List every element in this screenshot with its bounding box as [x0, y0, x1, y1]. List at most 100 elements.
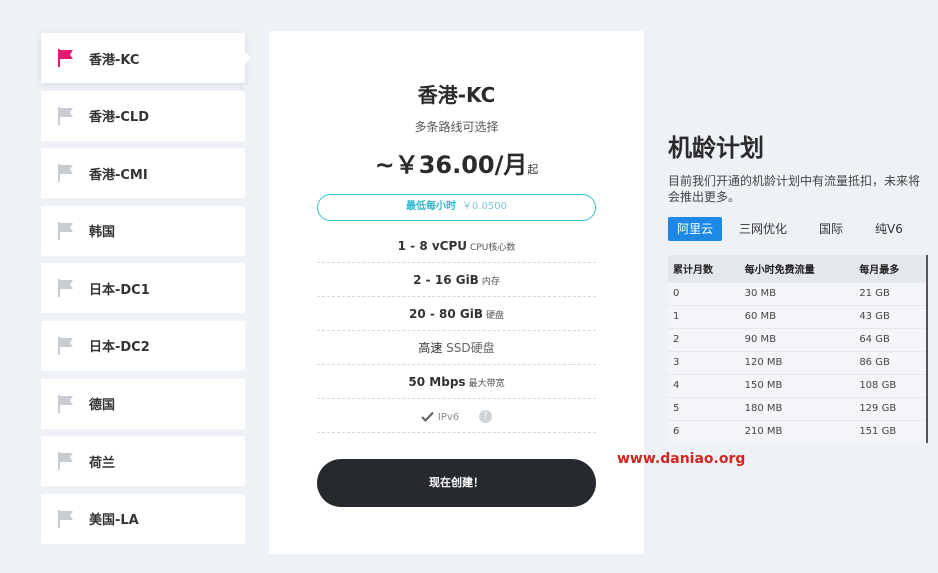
- table-cell: 6: [668, 419, 740, 443]
- sidebar-item-label: 德国: [89, 398, 116, 414]
- plan-price: ~￥36.00/月起: [269, 145, 644, 180]
- table-cell: 60 MB: [739, 304, 855, 328]
- check-icon: [421, 411, 434, 423]
- flag-icon: [58, 394, 73, 413]
- sidebar-item-hk-cld[interactable]: 香港-CLD: [41, 90, 245, 141]
- spec-memory: 2 - 16 GiB 内存: [317, 263, 596, 297]
- spec-list: 1 - 8 vCPU CPU核心数 2 - 16 GiB 内存 20 - 80 Gi…: [317, 229, 596, 433]
- table-cell: 64 GB: [854, 327, 926, 351]
- spec-unit: 硬盘: [486, 311, 505, 321]
- plan-card: 香港-KC 多条路线可选择 ~￥36.00/月起 最低每小时 ￥0.0500 1 …: [269, 31, 644, 554]
- sidebar-item-us-la[interactable]: 美国-LA: [41, 493, 245, 544]
- sidebar-item-hk-cmi[interactable]: 香港-CMI: [41, 148, 245, 199]
- age-plan-title: 机龄计划: [668, 134, 764, 162]
- spec-unit: 内存: [481, 277, 500, 287]
- flag-icon: [58, 49, 73, 67]
- age-plan-description: 目前我们开通的机龄计划中有流量抵扣，未来将会推出更多。: [668, 174, 921, 204]
- column-header: 每月最多: [854, 255, 926, 282]
- table-cell: 120 MB: [739, 350, 855, 374]
- tab-aliyun[interactable]: 阿里云: [668, 217, 723, 241]
- column-header: 每小时免费流量: [739, 255, 855, 282]
- hourly-price-pill: 最低每小时 ￥0.0500: [317, 194, 596, 221]
- table-cell: 0: [668, 281, 740, 305]
- spec-unit: 最大带宽: [468, 379, 505, 389]
- tab-three-network[interactable]: 三网优化: [730, 217, 796, 241]
- network-tabs: 阿里云 三网优化 国际 纯V6: [668, 217, 930, 241]
- age-plan-panel: 机龄计划 目前我们开通的机龄计划中有流量抵扣，未来将会推出更多。 阿里云 三网优…: [668, 128, 930, 443]
- plan-title: 香港-KC: [417, 83, 496, 107]
- flag-icon: [58, 452, 73, 471]
- table-cell: 86 GB: [854, 350, 926, 374]
- table-cell: 150 MB: [739, 373, 855, 397]
- spec-unit: CPU核心数: [470, 243, 516, 253]
- spec-bandwidth: 50 Mbps 最大带宽: [317, 365, 596, 399]
- sidebar-item-label: 香港-CMI: [89, 167, 148, 183]
- create-now-button[interactable]: 现在创建！: [317, 459, 596, 507]
- table-cell: 210 MB: [739, 419, 855, 443]
- tab-international[interactable]: 国际: [810, 217, 852, 241]
- spec-cpu: 1 - 8 vCPU CPU核心数: [317, 229, 596, 263]
- table-cell: 43 GB: [854, 304, 926, 328]
- tab-pure-v6[interactable]: 纯V6: [866, 217, 912, 241]
- table-row: 5 180 MB 129 GB: [668, 396, 926, 420]
- flag-icon: [58, 336, 73, 355]
- spec-disk: 20 - 80 GiB 硬盘: [317, 297, 596, 331]
- sidebar-item-label: 韩国: [89, 225, 116, 241]
- hourly-label: 最低每小时: [406, 201, 456, 212]
- table-cell: 151 GB: [854, 419, 926, 443]
- spec-ssd: 高速 SSD硬盘: [317, 331, 596, 365]
- flag-icon: [58, 106, 73, 125]
- table-cell: 90 MB: [739, 327, 855, 351]
- sidebar-item-hk-kc[interactable]: 香港-KC: [41, 33, 251, 83]
- spec-value: 50 Mbps: [408, 375, 466, 389]
- table-row: 3 120 MB 86 GB: [668, 350, 926, 374]
- spec-value: 2 - 16 GiB: [413, 273, 479, 287]
- table-cell: 180 MB: [739, 396, 855, 420]
- table-row: 0 30 MB 21 GB: [668, 281, 926, 305]
- table-cell: 129 GB: [854, 396, 926, 420]
- spec-unit: SSD硬盘: [446, 341, 495, 355]
- price-unit: 起: [527, 163, 539, 176]
- sidebar-item-netherlands[interactable]: 荷兰: [41, 436, 245, 487]
- traffic-table: 累计月数 每小时免费流量 每月最多 0 30 MB 21 GB 1 60 MB 43 G…: [668, 255, 926, 443]
- spec-value: 1 - 8 vCPU: [397, 239, 468, 253]
- sidebar-item-japan-dc2[interactable]: 日本-DC2: [41, 320, 245, 371]
- price-value: ~￥36.00/月: [374, 151, 528, 179]
- sidebar-item-label: 日本-DC2: [89, 340, 150, 356]
- flag-icon: [58, 279, 73, 298]
- sidebar-item-label: 美国-LA: [89, 513, 139, 529]
- flag-icon: [58, 509, 73, 528]
- sidebar-item-germany[interactable]: 德国: [41, 378, 245, 429]
- watermark-text: www.daniao.org: [617, 451, 746, 467]
- ipv6-label: IPv6: [437, 412, 460, 423]
- spec-value: 20 - 80 GiB: [408, 307, 483, 321]
- sidebar-item-korea[interactable]: 韩国: [41, 205, 245, 256]
- table-row: 2 90 MB 64 GB: [668, 327, 926, 351]
- sidebar-item-label: 荷兰: [89, 455, 116, 471]
- flag-icon: [58, 221, 73, 240]
- column-header: 累计月数: [668, 255, 740, 282]
- table-cell: 5: [668, 396, 740, 420]
- sidebar-item-label: 日本-DC1: [89, 282, 150, 298]
- table-cell: 21 GB: [854, 281, 926, 305]
- sidebar-item-label: 香港-KC: [89, 52, 140, 68]
- table-cell: 4: [668, 373, 740, 397]
- traffic-table-wrap: 累计月数 每小时免费流量 每月最多 0 30 MB 21 GB 1 60 MB 43 G…: [668, 255, 928, 443]
- sidebar-item-japan-dc1[interactable]: 日本-DC1: [41, 263, 245, 314]
- location-sidebar: 香港-KC 香港-CLD 香港-CMI 韩国 日本-DC1 日本-DC2 德国 …: [41, 33, 251, 551]
- table-cell: 3: [668, 350, 740, 374]
- sidebar-item-label: 香港-CLD: [89, 110, 150, 126]
- table-header-row: 累计月数 每小时免费流量 每月最多: [668, 255, 926, 282]
- table-cell: 2: [668, 327, 740, 351]
- table-row: 4 150 MB 108 GB: [668, 373, 926, 397]
- help-icon[interactable]: ?: [478, 410, 492, 423]
- table-cell: 30 MB: [739, 281, 855, 305]
- plan-subtitle: 多条路线可选择: [414, 120, 499, 134]
- spec-value: 高速: [418, 341, 443, 355]
- flag-icon: [58, 164, 73, 183]
- table-cell: 108 GB: [854, 373, 926, 397]
- table-cell: 1: [668, 304, 740, 328]
- table-row: 6 210 MB 151 GB: [668, 419, 926, 443]
- hourly-value: ￥0.0500: [462, 201, 507, 212]
- spec-ipv6: IPv6 ?: [317, 399, 596, 433]
